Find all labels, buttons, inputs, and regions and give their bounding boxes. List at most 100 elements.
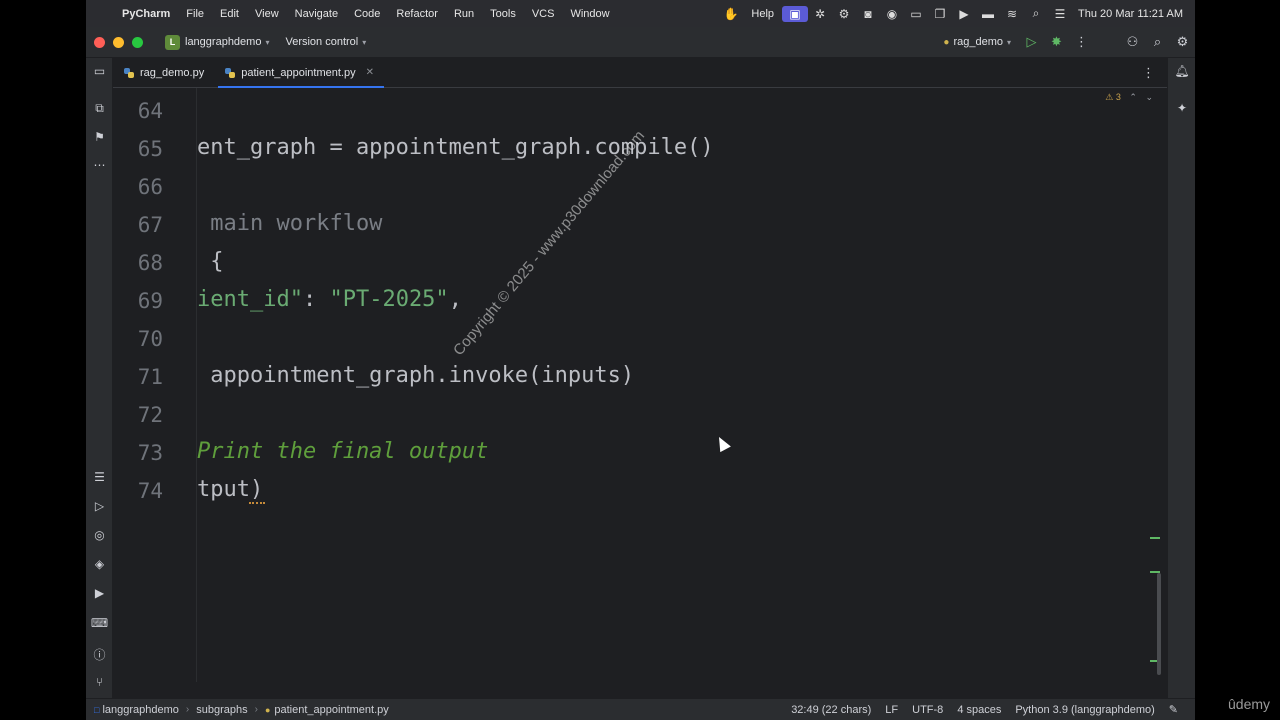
line-number: 71 <box>137 365 163 389</box>
close-tab-icon[interactable]: ✕ <box>366 67 374 78</box>
run-icon[interactable]: ▷ <box>1019 34 1044 50</box>
editor-tabs: rag_demo.py patient_appointment.py ✕ ⋮ <box>113 58 1167 88</box>
line-number: 66 <box>137 175 163 199</box>
udemy-logo: ûdemy <box>1228 696 1271 712</box>
camera-icon[interactable]: ◙ <box>856 6 880 22</box>
clock[interactable]: Thu 20 Mar 11:21 AM <box>1072 8 1195 20</box>
chevron-down-icon[interactable]: ⌄ <box>1145 92 1153 102</box>
python-console-icon[interactable]: ◎ <box>86 528 113 542</box>
gear-status-icon[interactable]: ⚙ <box>832 6 856 22</box>
macos-menu-bar: PyCharm File Edit View Navigate Code Ref… <box>86 0 1195 27</box>
project-name: langgraphdemo <box>185 36 262 48</box>
settings-gear-icon[interactable]: ⚙ <box>1170 34 1195 50</box>
menu-edit[interactable]: Edit <box>212 8 247 20</box>
tab-patient-appointment[interactable]: patient_appointment.py ✕ <box>214 58 384 88</box>
chevron-up-icon[interactable]: ⌃ <box>1129 92 1137 102</box>
more-tools-icon[interactable]: ⋯ <box>86 158 113 172</box>
dict-value: "PT-2025" <box>329 287 449 312</box>
line-number: 72 <box>137 403 163 427</box>
breadcrumb-project[interactable]: langgraphdemo <box>102 704 178 716</box>
layers-icon[interactable]: ◈ <box>86 557 113 571</box>
add-user-icon[interactable]: ⚇ <box>1120 34 1145 50</box>
tab-label: rag_demo.py <box>140 66 205 79</box>
code-line-71: appointment_graph.invoke(inputs) <box>197 363 635 388</box>
debug-icon[interactable]: ✸ <box>1044 34 1069 50</box>
python-icon: ● <box>943 36 950 48</box>
menu-tools[interactable]: Tools <box>482 8 524 20</box>
read-only-toggle-icon[interactable]: ✎ <box>1162 703 1185 716</box>
menu-window[interactable]: Window <box>562 8 617 20</box>
vertical-scrollbar[interactable] <box>1157 573 1161 675</box>
tab-options-icon[interactable]: ⋮ <box>1142 65 1167 81</box>
bookmarks-icon[interactable]: ⚑ <box>86 130 113 144</box>
screen: PyCharm File Edit View Navigate Code Ref… <box>0 0 1280 720</box>
notifications-bell-icon[interactable]: 🔔︎ <box>1168 64 1196 78</box>
breadcrumb-file[interactable]: patient_appointment.py <box>274 704 388 716</box>
run-tool-icon[interactable]: ▷ <box>86 499 113 513</box>
close-window-button[interactable] <box>94 36 105 48</box>
services-icon[interactable]: ▶ <box>86 586 113 600</box>
code-editor[interactable]: 64 65 66 67 68 69 70 71 72 73 74 ⚠ 3 ⌃ ⌄… <box>113 88 1167 682</box>
app-status-icon[interactable]: ✋ <box>719 6 743 22</box>
file-encoding[interactable]: UTF-8 <box>905 704 950 716</box>
python-file-icon <box>124 67 134 78</box>
warning-squiggle <box>249 498 265 504</box>
eye-icon[interactable]: ◉ <box>880 6 904 22</box>
caret-position[interactable]: 32:49 (22 chars) <box>784 704 878 716</box>
python-interpreter[interactable]: Python 3.9 (langgraphdemo) <box>1008 704 1161 716</box>
menu-run[interactable]: Run <box>446 8 482 20</box>
project-folder-icon[interactable]: ▭ <box>86 64 113 78</box>
run-config-name: rag_demo <box>953 36 1003 48</box>
chevron-down-icon: ▾ <box>1006 37 1011 47</box>
change-marker[interactable] <box>1150 537 1160 539</box>
screen-share-icon[interactable]: ▣ <box>782 5 809 22</box>
inspection-widget[interactable]: ⚠ 3 ⌃ ⌄ <box>1105 92 1153 103</box>
right-tool-stripe: 🔔︎ ✦ <box>1167 58 1195 698</box>
tab-rag-demo[interactable]: rag_demo.py <box>113 58 214 88</box>
menu-navigate[interactable]: Navigate <box>287 8 346 20</box>
search-icon[interactable]: ⌕ <box>1024 6 1048 22</box>
warning-icon: ⚠ <box>1105 92 1114 102</box>
menu-file[interactable]: File <box>178 8 212 20</box>
python-file-icon: ● <box>264 704 271 715</box>
menu-refactor[interactable]: Refactor <box>388 8 446 20</box>
zoom-window-button[interactable] <box>132 36 143 48</box>
ai-assistant-icon[interactable]: ✦ <box>1168 101 1196 115</box>
terminal-icon[interactable]: ⌨ <box>86 616 113 630</box>
project-widget[interactable]: L langgraphdemo ▾ <box>157 34 277 50</box>
code-line-68: { <box>197 249 224 274</box>
more-actions-icon[interactable]: ⋮ <box>1069 34 1094 50</box>
breadcrumb: □ langgraphdemo › subgraphs › ● patient_… <box>86 704 389 716</box>
control-center-icon[interactable]: ☰ <box>1048 6 1072 22</box>
play-icon[interactable]: ▶ <box>952 6 976 22</box>
indent-setting[interactable]: 4 spaces <box>950 704 1008 716</box>
window-controls <box>86 36 157 48</box>
breadcrumb-folder[interactable]: subgraphs <box>196 704 247 716</box>
dict-comma: , <box>448 287 462 312</box>
line-separator[interactable]: LF <box>878 704 905 716</box>
problems-icon[interactable]: ⓘ <box>86 646 113 663</box>
line-number-gutter: 64 65 66 67 68 69 70 71 72 73 74 <box>113 88 197 682</box>
minimize-window-button[interactable] <box>113 36 124 48</box>
search-everywhere-icon[interactable]: ⌕ <box>1145 34 1170 50</box>
window-icon[interactable]: ❐ <box>928 6 952 22</box>
menu-app-name[interactable]: PyCharm <box>120 8 178 20</box>
extension-icon[interactable]: ✲ <box>808 6 832 22</box>
project-badge: L <box>165 34 180 50</box>
line-number: 67 <box>137 213 163 237</box>
line-number: 74 <box>137 479 163 503</box>
menu-view[interactable]: View <box>247 8 287 20</box>
line-number: 65 <box>137 137 163 161</box>
menu-vcs[interactable]: VCS <box>524 8 563 20</box>
display-icon[interactable]: ▭ <box>904 6 928 22</box>
git-icon[interactable]: ⑂ <box>86 675 113 689</box>
battery-icon[interactable]: ▬ <box>976 6 1000 22</box>
run-config-widget[interactable]: ● rag_demo ▾ <box>935 36 1019 48</box>
wifi-icon[interactable]: ≋ <box>1000 6 1024 22</box>
python-file-icon <box>225 67 236 78</box>
menu-code[interactable]: Code <box>346 8 388 20</box>
vcs-widget[interactable]: Version control ▾ <box>277 36 374 48</box>
menu-help[interactable]: Help <box>743 8 782 20</box>
structure-icon[interactable]: ⧉ <box>86 101 113 116</box>
todo-list-icon[interactable]: ☰ <box>86 470 113 484</box>
